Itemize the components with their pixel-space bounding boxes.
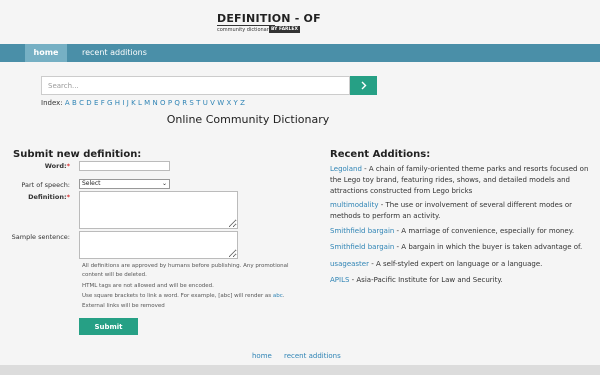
recent-item-term[interactable]: multimodality	[330, 201, 379, 209]
index-letter-link[interactable]: Y	[234, 99, 238, 107]
search-button[interactable]	[350, 76, 377, 95]
page-title: Online Community Dictionary	[166, 113, 330, 126]
nav-recent-additions-link[interactable]: recent additions	[82, 44, 147, 62]
required-mark: *	[66, 193, 70, 201]
index-letter-link[interactable]: X	[226, 99, 231, 107]
footer-recent-additions-link[interactable]: recent additions	[284, 352, 341, 360]
recent-item: multimodality - The use or involvement o…	[330, 200, 592, 222]
index-letter-link[interactable]: W	[217, 99, 224, 107]
recent-item-term[interactable]: Smithfield bargain	[330, 243, 394, 251]
submit-form-heading: Submit new definition:	[13, 149, 142, 160]
index-letter-link[interactable]: C	[79, 99, 84, 107]
recent-item-term[interactable]: Legoland	[330, 165, 362, 173]
index-letter-link[interactable]: H	[115, 99, 120, 107]
index-letter-link[interactable]: P	[168, 99, 172, 107]
submit-button[interactable]: Submit	[79, 318, 138, 335]
site-logo[interactable]: DEFINITION - OF community dictionary BY …	[217, 6, 321, 38]
index-letter-link[interactable]: U	[203, 99, 208, 107]
required-mark: *	[66, 162, 70, 170]
index-letter-link[interactable]: J	[127, 99, 129, 107]
chevron-right-icon	[361, 81, 367, 90]
letter-index: Index: ABCDEFGHIJKLMNOPQRSTUVWXYZ	[41, 99, 247, 107]
index-letter-link[interactable]: B	[72, 99, 77, 107]
recent-item-desc: - A chain of family-oriented theme parks…	[330, 165, 589, 195]
definition-field[interactable]	[79, 191, 238, 229]
search-input[interactable]	[41, 76, 350, 95]
top-nav: home recent additions	[0, 44, 600, 62]
word-field[interactable]	[79, 161, 170, 171]
footer-home-link[interactable]: home	[252, 352, 272, 360]
sample-sentence-label: Sample sentence:	[11, 233, 70, 241]
index-letter-link[interactable]: T	[196, 99, 200, 107]
recent-item-desc: - A bargain in which the buyer is taken …	[394, 243, 583, 251]
logo-badge: BY FARLEX	[269, 26, 300, 33]
part-of-speech-label: Part of speech:	[21, 181, 70, 189]
recent-additions-heading: Recent Additions:	[330, 149, 431, 160]
index-letter-link[interactable]: K	[131, 99, 136, 107]
index-letter-link[interactable]: F	[101, 99, 105, 107]
index-letter-link[interactable]: I	[122, 99, 124, 107]
recent-item-term[interactable]: Smithfield bargain	[330, 227, 394, 235]
index-letter-link[interactable]: V	[210, 99, 215, 107]
header: DEFINITION - OF community dictionary BY …	[0, 0, 600, 44]
logo-divider	[217, 25, 275, 26]
chevron-down-icon: ⌄	[161, 180, 167, 187]
index-label: Index:	[41, 99, 63, 107]
recent-item-desc: - Asia-Pacific Institute for Law and Sec…	[349, 276, 503, 284]
index-letters: ABCDEFGHIJKLMNOPQRSTUVWXYZ	[65, 99, 247, 107]
recent-item: Smithfield bargain - A marriage of conve…	[330, 226, 592, 237]
logo-subtitle: community dictionary	[217, 27, 272, 33]
recent-item: Legoland - A chain of family-oriented th…	[330, 164, 592, 197]
recent-item-desc: - A marriage of convenience, especially …	[394, 227, 575, 235]
recent-item-term[interactable]: usageaster	[330, 260, 369, 268]
footer-bar	[0, 365, 600, 375]
recent-item: Smithfield bargain - A bargain in which …	[330, 242, 592, 253]
form-note: External links will be removed	[82, 303, 165, 309]
recent-item-term[interactable]: APILS	[330, 276, 349, 284]
index-letter-link[interactable]: L	[138, 99, 142, 107]
index-letter-link[interactable]: D	[86, 99, 91, 107]
index-letter-link[interactable]: Q	[174, 99, 180, 107]
recent-item: usageaster - A self-styled expert on lan…	[330, 259, 592, 270]
index-letter-link[interactable]: N	[153, 99, 158, 107]
logo-text: DEFINITION - OF	[217, 12, 321, 25]
form-note: Use square brackets to link a word. For …	[82, 293, 285, 299]
recent-item: APILS - Asia-Pacific Institute for Law a…	[330, 275, 592, 286]
nav-home-link[interactable]: home	[25, 44, 67, 62]
definition-label: Definition:*	[28, 193, 70, 201]
index-letter-link[interactable]: A	[65, 99, 70, 107]
index-letter-link[interactable]: O	[160, 99, 166, 107]
index-letter-link[interactable]: S	[189, 99, 193, 107]
index-letter-link[interactable]: G	[107, 99, 112, 107]
index-letter-link[interactable]: R	[182, 99, 187, 107]
form-note: HTML tags are not allowed and will be en…	[82, 283, 214, 289]
index-letter-link[interactable]: M	[144, 99, 150, 107]
example-link[interactable]: abc	[273, 293, 283, 299]
form-note: All definitions are approved by humans b…	[82, 263, 289, 269]
word-label: Word:*	[44, 162, 70, 170]
index-letter-link[interactable]: Z	[240, 99, 245, 107]
index-letter-link[interactable]: E	[94, 99, 98, 107]
sample-sentence-field[interactable]	[79, 231, 238, 259]
form-note: content will be deleted.	[82, 272, 147, 278]
part-of-speech-select[interactable]: Select ⌄	[79, 179, 170, 189]
part-of-speech-value: Select	[82, 180, 101, 187]
recent-item-desc: - A self-styled expert on language or a …	[369, 260, 543, 268]
